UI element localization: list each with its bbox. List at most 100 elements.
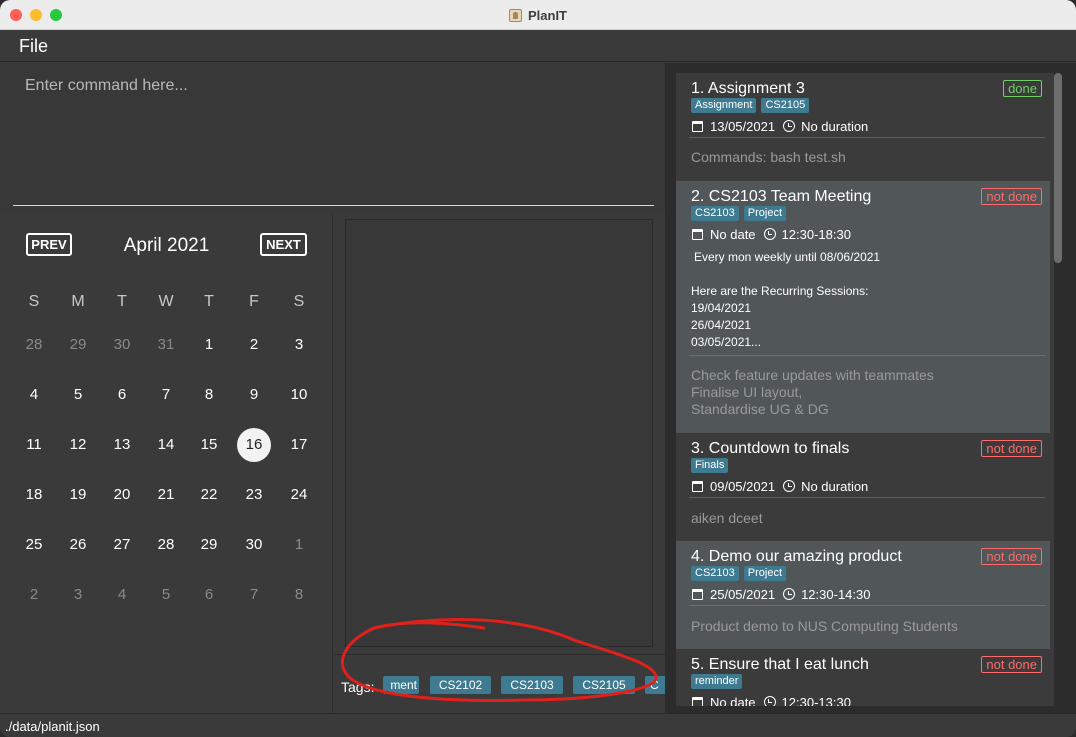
calendar-next-button[interactable]: NEXT: [260, 233, 307, 256]
calendar-day[interactable]: 28: [149, 528, 183, 562]
calendar-day[interactable]: 15: [192, 428, 226, 462]
calendar-day[interactable]: 30: [237, 528, 271, 562]
calendar-day[interactable]: 16: [237, 428, 271, 462]
calendar-day[interactable]: 21: [149, 478, 183, 512]
calendar-month-label: April 2021: [123, 235, 210, 256]
calendar-day[interactable]: 10: [282, 378, 316, 412]
calendar-day[interactable]: 11: [17, 428, 51, 462]
file-menu[interactable]: File: [19, 36, 48, 57]
window-title: PlanIT: [527, 7, 567, 23]
calendar-day[interactable]: 1: [192, 328, 226, 362]
task-card[interactable]: 5. Ensure that I eat lunch not done remi…: [676, 649, 1050, 706]
recurring-sessions-header: Here are the Recurring Sessions:: [691, 284, 869, 298]
calendar-day[interactable]: 29: [61, 328, 95, 362]
task-time: 12:30-13:30: [781, 694, 851, 707]
command-input-placeholder[interactable]: Enter command here...: [25, 77, 188, 95]
task-date: 25/05/2021: [710, 586, 776, 602]
calendar-day[interactable]: 3: [282, 328, 316, 362]
task-tag: CS2105: [761, 98, 810, 113]
calendar-day[interactable]: 5: [149, 578, 183, 612]
calendar-day[interactable]: 24: [282, 478, 316, 512]
calendar-icon: [692, 588, 703, 600]
calendar-day[interactable]: 23: [237, 478, 271, 512]
calendar-day[interactable]: 28: [17, 328, 51, 362]
calendar-day[interactable]: 7: [237, 578, 271, 612]
command-box[interactable]: Enter command here...: [0, 63, 665, 213]
task-list[interactable]: 1. Assignment 3 done Assignment CS2105 1…: [676, 73, 1054, 706]
calendar-day[interactable]: 17: [282, 428, 316, 462]
task-card[interactable]: 2. CS2103 Team Meeting not done CS2103 P…: [676, 181, 1050, 433]
calendar-day[interactable]: 13: [105, 428, 139, 462]
task-title: 4. Demo our amazing product: [691, 548, 902, 565]
task-date: 13/05/2021: [710, 118, 776, 134]
task-meta: 13/05/2021 No duration: [692, 118, 868, 134]
task-title: 3. Countdown to finals: [691, 440, 850, 457]
calendar-day[interactable]: 19: [61, 478, 95, 512]
task-meta: No date 12:30-13:30: [692, 694, 851, 706]
task-list-scrollbar[interactable]: [1054, 73, 1062, 263]
calendar-day[interactable]: 26: [61, 528, 95, 562]
menu-bar: File: [0, 30, 1076, 62]
recurrence-text: Every mon weekly until 08/06/2021: [694, 250, 881, 264]
calendar-day[interactable]: 2: [237, 328, 271, 362]
task-divider: [689, 605, 1045, 606]
recurring-session: 03/05/2021...: [691, 335, 762, 349]
task-tag: CS2103: [691, 206, 739, 221]
calendar-day[interactable]: 2: [17, 578, 51, 612]
calendar-weekday-label: S: [293, 293, 305, 310]
calendar-panel: PREV April 2021 NEXT S M T W T F S 28 29 30 31 1 2 3 4…: [0, 214, 333, 713]
app-window: PlanIT File Enter command here... PREV A…: [0, 0, 1076, 737]
task-tag: reminder: [691, 674, 743, 689]
task-description-line: Check feature updates with teammates: [691, 367, 934, 383]
calendar-day[interactable]: 27: [105, 528, 139, 562]
task-tag: Project: [743, 206, 787, 221]
task-title: 5. Ensure that I eat lunch: [691, 656, 869, 673]
task-meta: 25/05/2021 12:30-14:30: [692, 586, 870, 602]
task-tags: CS2103 Project: [691, 206, 787, 221]
task-card[interactable]: 4. Demo our amazing product not done CS2…: [676, 541, 1050, 649]
calendar-day[interactable]: 22: [192, 478, 226, 512]
task-description-line: Standardise UG & DG: [691, 401, 829, 417]
calendar-weekday-label: F: [249, 293, 259, 310]
clock-icon: [783, 120, 796, 132]
task-card[interactable]: 1. Assignment 3 done Assignment CS2105 1…: [676, 73, 1050, 181]
calendar-weekday-label: S: [28, 293, 40, 310]
status-badge: not done: [981, 548, 1042, 565]
calendar-day[interactable]: 12: [61, 428, 95, 462]
task-date: No date: [710, 694, 756, 707]
task-time: No duration: [801, 118, 869, 134]
calendar-day[interactable]: 9: [237, 378, 271, 412]
calendar-day[interactable]: 29: [192, 528, 226, 562]
calendar-day[interactable]: 3: [61, 578, 95, 612]
task-tag: Project: [743, 566, 787, 581]
calendar-day[interactable]: 4: [105, 578, 139, 612]
calendar-prev-button[interactable]: PREV: [26, 233, 72, 256]
calendar-day[interactable]: 6: [192, 578, 226, 612]
calendar-day[interactable]: 18: [17, 478, 51, 512]
task-tag: Finals: [691, 458, 729, 473]
task-tags: CS2103 Project: [691, 566, 787, 581]
task-description: aiken dceet: [691, 510, 763, 526]
calendar-day[interactable]: 6: [105, 378, 139, 412]
task-date: No date: [710, 226, 756, 242]
calendar-weekday-label: T: [117, 293, 127, 310]
calendar-day[interactable]: 8: [282, 578, 316, 612]
task-divider: [689, 137, 1045, 138]
calendar-day[interactable]: 7: [149, 378, 183, 412]
title-bar: PlanIT: [0, 0, 1076, 30]
annotation-circle: [340, 618, 658, 702]
calendar-day[interactable]: 14: [149, 428, 183, 462]
calendar-weekday-label: M: [71, 293, 85, 310]
calendar-day[interactable]: 5: [61, 378, 95, 412]
calendar-day[interactable]: 20: [105, 478, 139, 512]
calendar-day[interactable]: 8: [192, 378, 226, 412]
calendar-day[interactable]: 25: [17, 528, 51, 562]
calendar-day[interactable]: 30: [105, 328, 139, 362]
task-card[interactable]: 3. Countdown to finals not done Finals 0…: [676, 433, 1050, 541]
calendar-day[interactable]: 1: [282, 528, 316, 562]
task-description: Product demo to NUS Computing Students: [691, 618, 958, 634]
calendar-day[interactable]: 4: [17, 378, 51, 412]
task-tag: CS2103: [691, 566, 739, 581]
calendar-day[interactable]: 31: [149, 328, 183, 362]
task-title: 2. CS2103 Team Meeting: [691, 188, 872, 205]
